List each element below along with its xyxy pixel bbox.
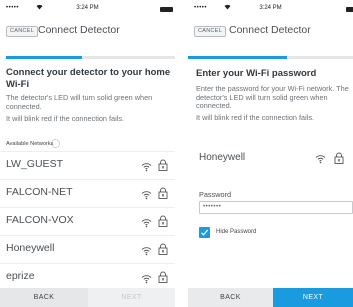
header: CANCEL Connect Detector: [0, 21, 175, 41]
lock-icon: [158, 270, 168, 283]
battery-icon: [346, 7, 353, 12]
status-bar: ••••• 3:24 PM: [0, 0, 175, 18]
page-title: Connect your detector to your home Wi-Fi: [6, 67, 171, 90]
network-row-eprize[interactable]: eprize: [0, 263, 175, 291]
network-name: FALCON-NET: [6, 186, 73, 198]
status-time: 3:24 PM: [259, 5, 282, 11]
header: CANCEL Connect Detector: [188, 21, 353, 41]
status-bar: ••••• 3:24 PM: [188, 0, 353, 18]
description-led: The detector's LED will turn solid green…: [6, 93, 153, 111]
available-networks-label: Available Networks: [6, 141, 54, 147]
header-title: Connect Detector: [229, 24, 311, 36]
next-button[interactable]: NEXT: [273, 288, 353, 307]
network-row-falcon-net[interactable]: FALCON-NET: [0, 179, 175, 207]
progress-fill: [6, 56, 83, 59]
wifi-icon: [141, 215, 152, 228]
progress-bar: [6, 56, 175, 59]
lock-icon: [158, 214, 168, 227]
network-select-screen: ••••• 3:24 PM CANCEL Connect Detector Co…: [0, 0, 175, 307]
status-time: 3:24 PM: [76, 5, 99, 11]
cancel-button[interactable]: CANCEL: [6, 26, 39, 37]
wifi-icon: [141, 243, 152, 256]
cancel-button[interactable]: CANCEL: [194, 26, 227, 37]
wifi-icon: [141, 187, 152, 200]
description-fail: It will blink red if the connection fail…: [196, 113, 315, 122]
password-entry-screen: ••••• 3:24 PM CANCEL Connect Detector En…: [188, 0, 353, 307]
battery-icon: [160, 7, 173, 12]
back-button[interactable]: BACK: [188, 288, 273, 307]
footer: BACK NEXT: [0, 288, 175, 307]
lock-icon: [158, 158, 168, 171]
network-row-falcon-vox[interactable]: FALCON-VOX: [0, 207, 175, 235]
description-enter-password: Enter the password for your Wi-Fi networ…: [196, 84, 349, 111]
wifi-icon: [141, 271, 152, 284]
network-name: eprize: [6, 270, 35, 282]
network-name: FALCON-VOX: [6, 214, 74, 226]
back-button[interactable]: BACK: [0, 288, 88, 307]
password-input[interactable]: •••••••: [199, 201, 353, 214]
lock-icon: [158, 242, 168, 255]
lock-icon: [334, 151, 344, 164]
lock-icon: [158, 186, 168, 199]
progress-bar: [188, 56, 353, 59]
checkmark-icon: [201, 229, 209, 236]
next-button-disabled[interactable]: NEXT: [88, 288, 175, 307]
hide-password-checkbox[interactable]: [199, 227, 210, 238]
page-title: Enter your Wi-Fi password: [196, 68, 317, 79]
loading-spinner-icon: [51, 139, 60, 148]
network-name: Honeywell: [6, 242, 55, 254]
network-name: LW_GUEST: [6, 158, 63, 170]
password-label: Password: [199, 190, 232, 199]
progress-fill: [188, 56, 287, 59]
wifi-icon: [141, 159, 152, 172]
network-row-lw-guest[interactable]: LW_GUEST: [0, 151, 175, 179]
description-fail: It will blink red if the connection fail…: [6, 114, 125, 123]
network-row-honeywell[interactable]: Honeywell: [0, 235, 175, 263]
selected-network-name: Honeywell: [199, 152, 246, 163]
footer: BACK NEXT: [188, 288, 353, 307]
wifi-icon: [315, 151, 326, 164]
header-title: Connect Detector: [38, 24, 120, 36]
selected-network-row: Honeywell: [188, 143, 353, 173]
hide-password-label: Hide Password: [216, 229, 257, 235]
